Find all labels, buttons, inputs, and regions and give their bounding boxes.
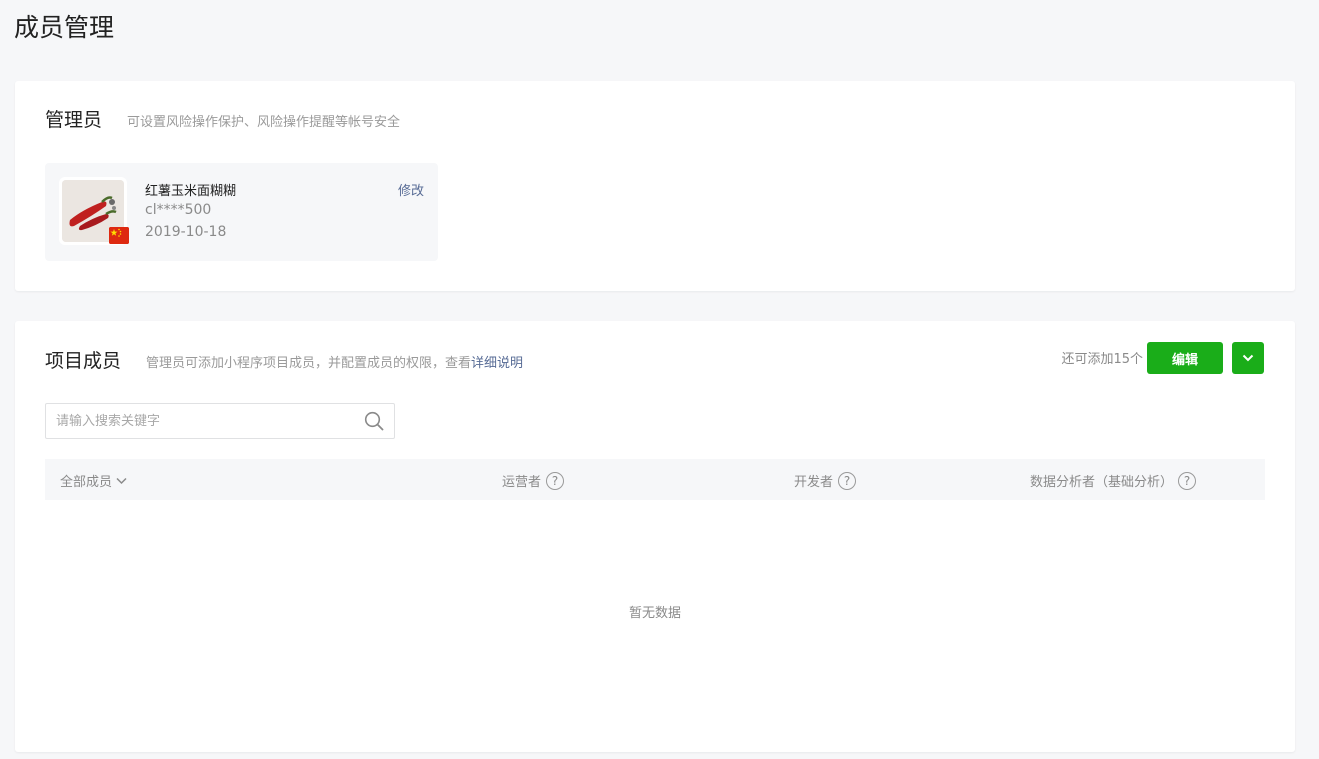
members-section-title: 项目成员 <box>45 350 122 372</box>
column-header-developer: 开发者 ? <box>794 471 857 490</box>
edit-members-button[interactable]: 编辑 <box>1147 342 1223 374</box>
china-flag-icon <box>109 227 129 244</box>
help-icon[interactable]: ? <box>546 471 565 490</box>
member-filter-dropdown[interactable]: 全部成员 <box>60 471 127 490</box>
help-icon[interactable]: ? <box>1178 471 1197 490</box>
help-icon[interactable]: ? <box>838 471 857 490</box>
members-card: 项目成员 管理员可添加小程序项目成员，并配置成员的权限，查看详细说明 还可添加1… <box>15 321 1295 752</box>
admin-section-description: 可设置风险操作保护、风险操作提醒等帐号安全 <box>127 115 401 130</box>
member-quota-text: 还可添加15个 <box>1061 352 1143 367</box>
avatar <box>59 177 129 245</box>
members-section-description: 管理员可添加小程序项目成员，并配置成员的权限，查看详细说明 <box>146 352 523 371</box>
chevron-down-icon <box>116 477 127 484</box>
column-header-label: 数据分析者（基础分析） <box>1030 475 1174 490</box>
details-link[interactable]: 详细说明 <box>471 356 523 371</box>
search-icon[interactable] <box>364 411 384 431</box>
column-header-operator: 运营者 ? <box>502 471 565 490</box>
more-options-button[interactable] <box>1232 342 1264 374</box>
admin-card: 管理员 可设置风险操作保护、风险操作提醒等帐号安全 红薯玉米面糊糊 cl****… <box>15 81 1295 291</box>
admin-date: 2019-10-18 <box>145 224 227 240</box>
members-card-header: 项目成员 管理员可添加小程序项目成员，并配置成员的权限，查看详细说明 <box>45 346 523 373</box>
search-input[interactable] <box>56 412 346 430</box>
admin-account: cl****500 <box>145 202 212 218</box>
page-title: 成员管理 <box>14 13 115 42</box>
edit-admin-link[interactable]: 修改 <box>398 180 424 199</box>
member-filter-label: 全部成员 <box>60 475 113 490</box>
column-header-label: 运营者 <box>502 475 542 490</box>
empty-state-text: 暂无数据 <box>628 606 681 621</box>
column-header-analyst: 数据分析者（基础分析） ? <box>1030 471 1197 490</box>
members-description-text: 管理员可添加小程序项目成员，并配置成员的权限，查看 <box>146 356 472 371</box>
admin-section-title: 管理员 <box>45 109 103 131</box>
admin-card-header: 管理员 可设置风险操作保护、风险操作提醒等帐号安全 <box>45 105 400 132</box>
members-table-header: 全部成员 运营者 ? 开发者 ? 数据分析者（基础分析） ? <box>45 459 1265 500</box>
admin-name: 红薯玉米面糊糊 <box>145 184 237 199</box>
member-search-box <box>45 403 395 439</box>
column-header-label: 开发者 <box>794 475 834 490</box>
chevron-down-icon <box>1242 354 1254 362</box>
admin-info-box: 红薯玉米面糊糊 cl****500 2019-10-18 修改 <box>45 163 438 261</box>
